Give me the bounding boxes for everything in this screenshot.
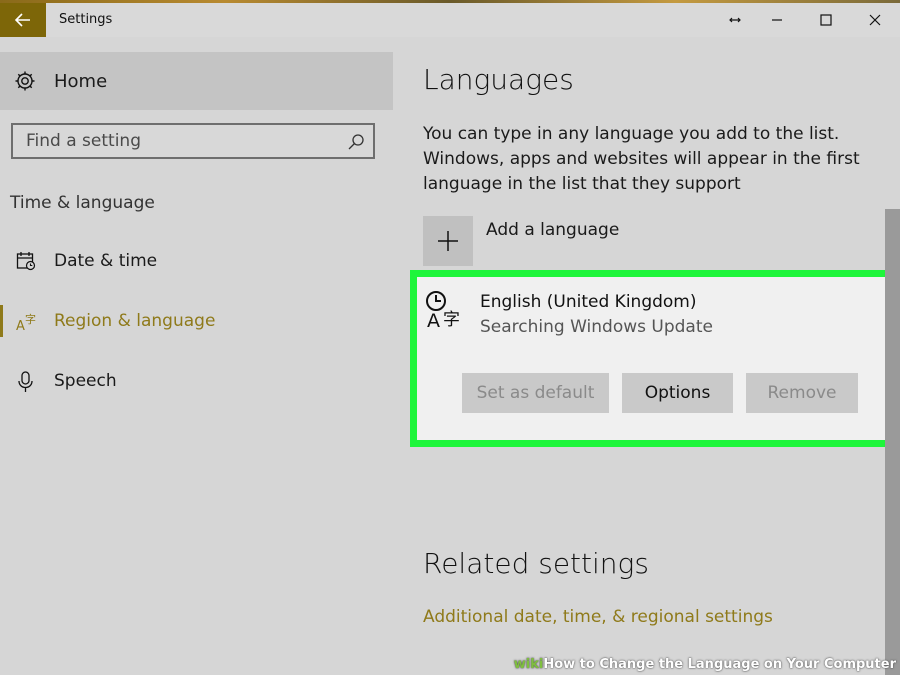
language-icon: A 字 [16, 312, 36, 333]
add-language-label[interactable]: Add a language [486, 220, 619, 240]
language-clock-icon: A 字 [426, 291, 460, 331]
svg-text:A: A [427, 310, 440, 331]
calendar-clock-icon [16, 252, 36, 271]
svg-text:A: A [16, 319, 25, 333]
title-bar: Settings [0, 3, 900, 37]
watermark: wikiHow to Change the Language on Your C… [514, 657, 896, 672]
sidebar-item-date-time[interactable]: Date & time [0, 239, 393, 283]
svg-text:字: 字 [25, 312, 36, 326]
set-as-default-button[interactable]: Set as default [462, 373, 609, 413]
search-icon[interactable] [347, 133, 365, 151]
sidebar: Home Time & language Date & time A 字 Reg… [0, 37, 400, 675]
related-settings-heading: Related settings [423, 547, 649, 580]
home-nav-item[interactable]: Home [0, 52, 393, 110]
minimize-button[interactable] [757, 3, 797, 37]
language-entry[interactable]: A 字 English (United Kingdom) Searching W… [417, 277, 885, 367]
language-status: Searching Windows Update [480, 317, 713, 337]
window-title: Settings [59, 12, 113, 27]
section-heading: Time & language [10, 193, 155, 213]
maximize-button[interactable] [806, 3, 846, 37]
remove-button[interactable]: Remove [746, 373, 858, 413]
page-title: Languages [423, 63, 574, 96]
language-name: English (United Kingdom) [480, 292, 697, 312]
home-label: Home [54, 71, 108, 92]
microphone-icon [18, 371, 33, 392]
active-indicator [0, 305, 3, 337]
options-button[interactable]: Options [622, 373, 733, 413]
close-icon [869, 14, 881, 26]
watermark-text: How to Change the Language on Your Compu… [543, 657, 896, 672]
watermark-logo: wiki [513, 657, 544, 672]
additional-regional-settings-link[interactable]: Additional date, time, & regional settin… [423, 607, 773, 627]
add-language-button[interactable] [423, 216, 473, 266]
scrollbar[interactable] [885, 37, 900, 675]
scrollbar-thumb[interactable] [885, 209, 900, 675]
close-button[interactable] [855, 3, 895, 37]
sidebar-item-label: Region & language [54, 311, 216, 331]
resize-icon [729, 17, 741, 23]
maximize-icon [820, 14, 832, 26]
language-entry-highlight: A 字 English (United Kingdom) Searching W… [410, 270, 892, 447]
plus-icon [438, 231, 458, 251]
arrow-left-icon [15, 13, 30, 27]
resize-button[interactable] [715, 3, 755, 37]
back-button[interactable] [0, 3, 46, 37]
sidebar-item-speech[interactable]: Speech [0, 359, 393, 403]
sidebar-item-label: Speech [54, 371, 117, 391]
main-content: Languages You can type in any language y… [400, 37, 900, 675]
search-box[interactable] [11, 123, 375, 159]
svg-text:字: 字 [443, 310, 460, 330]
sidebar-item-label: Date & time [54, 251, 158, 271]
sidebar-item-region-language[interactable]: A 字 Region & language [0, 299, 393, 343]
minimize-icon [772, 19, 782, 21]
search-input[interactable] [13, 125, 333, 157]
gear-icon [15, 71, 35, 91]
languages-description: You can type in any language you add to … [423, 124, 860, 194]
